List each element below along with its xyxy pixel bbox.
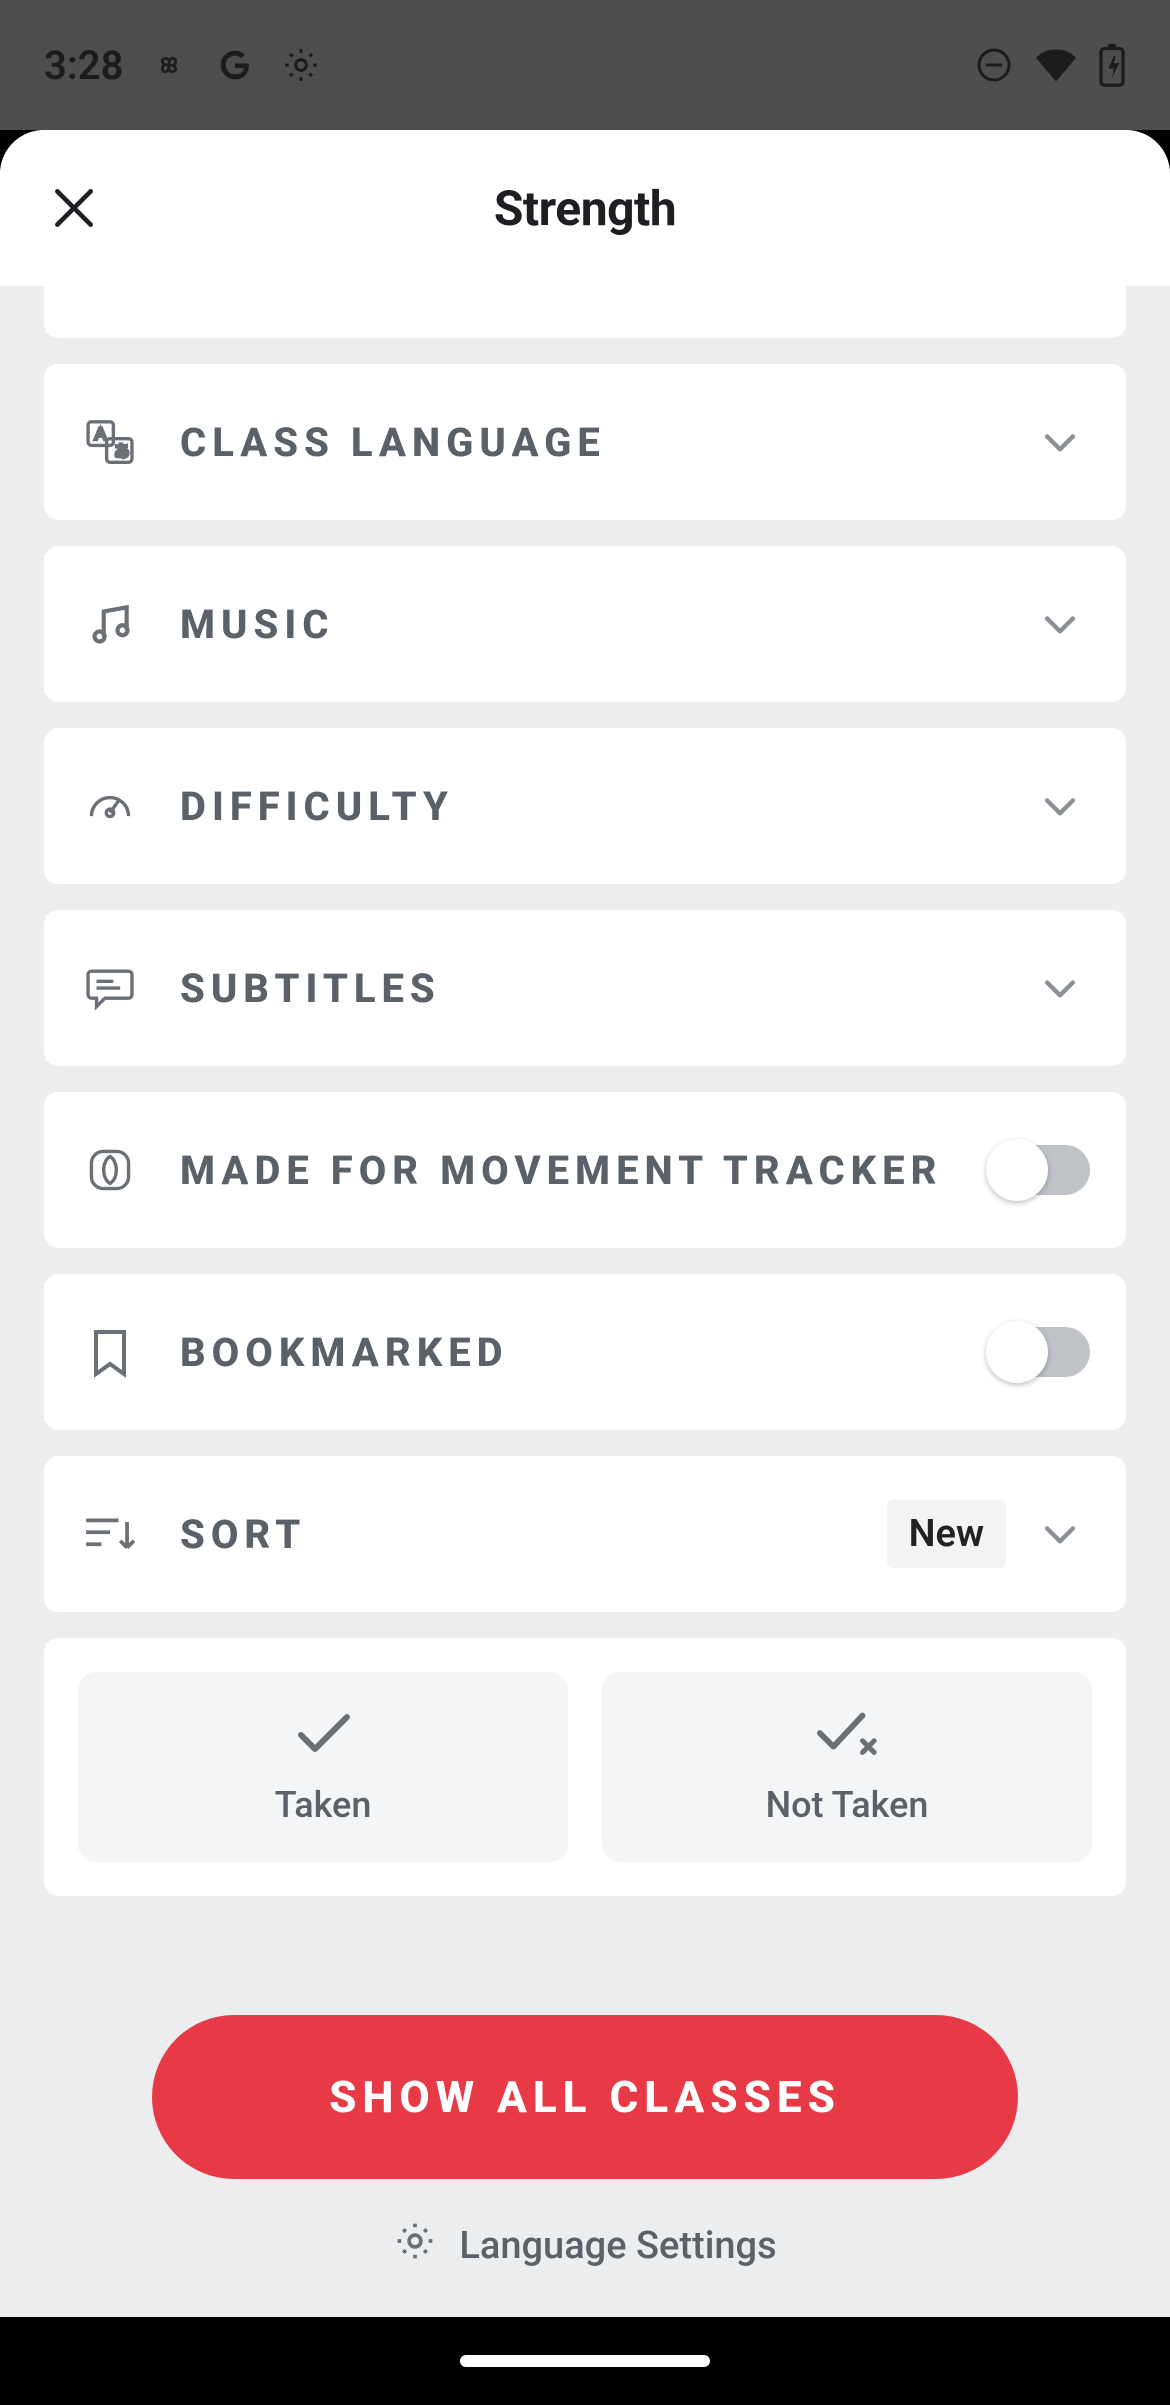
- chevron-down-icon: [1030, 420, 1090, 464]
- status-time: 3:28: [44, 42, 123, 89]
- battery-icon: [1098, 43, 1126, 87]
- chevron-down-icon: [1030, 784, 1090, 828]
- bookmarked-toggle[interactable]: [992, 1327, 1090, 1377]
- chevron-down-icon: [1030, 966, 1090, 1010]
- sort-value: New: [887, 1500, 1006, 1568]
- filter-row-class-language[interactable]: Aあ CLASS LANGUAGE: [44, 364, 1126, 520]
- gauge-icon: [80, 779, 140, 833]
- taken-filter-card: Taken Not Taken: [44, 1638, 1126, 1896]
- movement-tracker-toggle[interactable]: [992, 1145, 1090, 1195]
- filter-label: CLASS LANGUAGE: [180, 419, 606, 466]
- close-button[interactable]: [44, 178, 104, 238]
- not-taken-label: Not Taken: [766, 1784, 929, 1826]
- filter-row-music[interactable]: MUSIC: [44, 546, 1126, 702]
- filter-row-movement-tracker: MADE FOR MOVEMENT TRACKER: [44, 1092, 1126, 1248]
- chevron-down-icon: [1030, 1512, 1090, 1556]
- pinwheel-icon: [149, 45, 189, 85]
- shapes-icon: [80, 286, 140, 287]
- not-taken-button[interactable]: Not Taken: [602, 1672, 1092, 1862]
- sheet-title: Strength: [494, 180, 676, 237]
- taken-label: Taken: [275, 1784, 372, 1826]
- filter-row-class-type[interactable]: CLASS TYPE: [44, 286, 1126, 338]
- bookmark-icon: [80, 1326, 140, 1378]
- filter-row-difficulty[interactable]: DIFFICULTY: [44, 728, 1126, 884]
- sheet-footer: SHOW ALL CLASSES Language Settings: [0, 1979, 1170, 2317]
- translate-icon: Aあ: [80, 415, 140, 469]
- language-settings-label: Language Settings: [459, 2224, 776, 2268]
- taken-button[interactable]: Taken: [78, 1672, 568, 1862]
- close-icon: [49, 183, 99, 233]
- show-all-button[interactable]: SHOW ALL CLASSES: [152, 2015, 1018, 2179]
- svg-text:A: A: [95, 424, 107, 443]
- language-settings-button[interactable]: Language Settings: [393, 2219, 776, 2273]
- gear-icon: [281, 45, 321, 85]
- filter-sheet: Strength CLASS TYPE Aあ CLASS LANGUAGE: [0, 130, 1170, 2317]
- check-x-icon: [814, 1708, 880, 1762]
- filter-label: SUBTITLES: [180, 965, 441, 1012]
- subtitles-icon: [80, 961, 140, 1015]
- music-note-icon: [80, 599, 140, 649]
- dnd-icon: [974, 45, 1014, 85]
- filter-label: BOOKMARKED: [180, 1329, 509, 1376]
- chevron-down-icon: [1030, 602, 1090, 646]
- gear-icon: [393, 2219, 437, 2273]
- svg-text:あ: あ: [114, 443, 129, 460]
- status-bar: 3:28: [0, 0, 1170, 130]
- filter-label: DIFFICULTY: [180, 783, 454, 830]
- sort-icon: [80, 1509, 140, 1559]
- wifi-icon: [1034, 45, 1078, 85]
- filter-row-sort[interactable]: SORT New: [44, 1456, 1126, 1612]
- google-g-icon: [215, 45, 255, 85]
- filter-row-bookmarked: BOOKMARKED: [44, 1274, 1126, 1430]
- check-icon: [293, 1708, 353, 1762]
- filter-label: SORT: [180, 1511, 306, 1558]
- filter-row-subtitles[interactable]: SUBTITLES: [44, 910, 1126, 1066]
- filter-label: MUSIC: [180, 601, 334, 648]
- filter-label: MADE FOR MOVEMENT TRACKER: [180, 1147, 942, 1194]
- tracker-icon: [80, 1143, 140, 1197]
- sheet-header: Strength: [0, 130, 1170, 286]
- filters-scroll[interactable]: CLASS TYPE Aあ CLASS LANGUAGE: [0, 286, 1170, 1979]
- nav-gesture-pill[interactable]: [460, 2355, 710, 2367]
- android-nav-bar: [0, 2317, 1170, 2405]
